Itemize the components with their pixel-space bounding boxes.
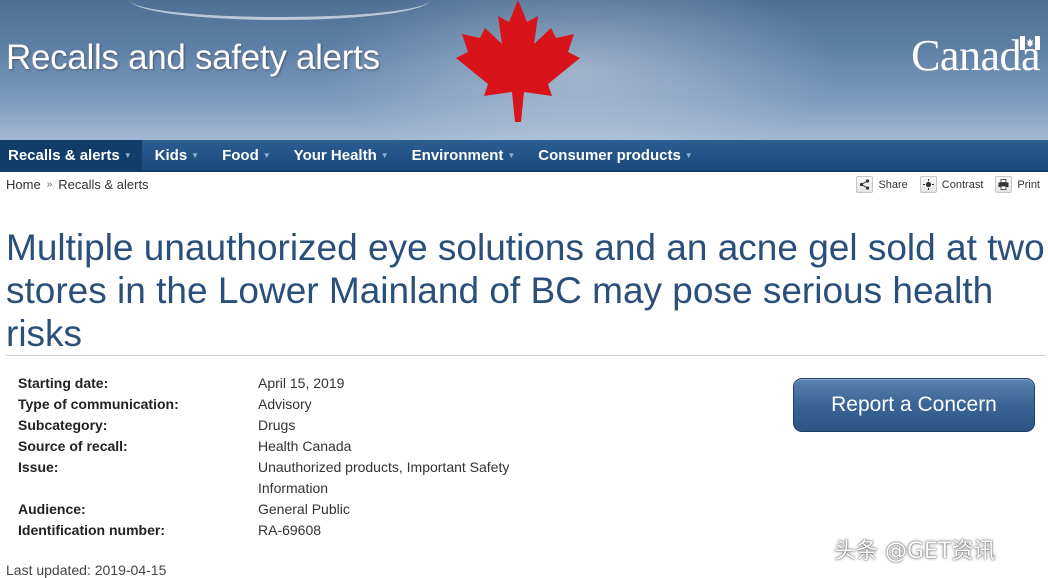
breadcrumb-recalls-link[interactable]: Recalls & alerts — [58, 177, 148, 192]
page-title: Multiple unauthorized eye solutions and … — [6, 227, 1045, 354]
maple-leaf-icon — [456, 0, 580, 122]
report-concern-button[interactable]: Report a Concern — [793, 378, 1035, 432]
detail-value: Unauthorized products, Important Safety … — [258, 459, 510, 496]
share-button[interactable]: Share — [856, 176, 908, 193]
detail-value: Advisory — [258, 396, 312, 412]
flag-icon — [1020, 36, 1040, 50]
detail-value: April 15, 2019 — [258, 375, 345, 391]
detail-value: General Public — [258, 501, 350, 517]
detail-row-starting-date: Starting date: April 15, 2019 — [18, 373, 558, 394]
chevron-down-icon: ▼ — [380, 150, 389, 160]
share-label: Share — [878, 178, 908, 191]
printer-icon — [995, 176, 1013, 193]
chevron-down-icon: ▼ — [684, 150, 693, 160]
nav-item-label: Consumer products — [538, 146, 681, 164]
detail-label: Type of communication: — [18, 396, 179, 412]
detail-value: RA-69608 — [258, 522, 322, 538]
banner-title: Recalls and safety alerts — [6, 38, 380, 77]
nav-item-label: Food — [222, 146, 259, 164]
main-nav: Recalls & alerts ▼ Kids ▼ Food ▼ Your He… — [0, 140, 1048, 172]
chevron-down-icon: ▼ — [507, 150, 516, 160]
detail-row-type-of-communication: Type of communication: Advisory — [18, 394, 558, 415]
detail-row-audience: Audience: General Public — [18, 499, 558, 520]
page-tools: Share Contrast Print — [844, 176, 1040, 193]
detail-label: Identification number: — [18, 522, 165, 538]
detail-row-subcategory: Subcategory: Drugs — [18, 415, 558, 436]
site-banner: Recalls and safety alerts Canada — [0, 0, 1048, 140]
contrast-label: Contrast — [941, 178, 984, 191]
nav-item-label: Recalls & alerts — [8, 146, 120, 164]
nav-item-recalls-alerts[interactable]: Recalls & alerts ▼ — [0, 140, 142, 170]
contrast-icon — [919, 176, 937, 193]
detail-label: Audience: — [18, 501, 86, 517]
chevron-down-icon: ▼ — [191, 150, 200, 160]
last-updated: Last updated: 2019-04-15 — [6, 562, 167, 578]
breadcrumb: Home » Recalls & alerts — [6, 177, 149, 192]
recall-details: Starting date: April 15, 2019 Type of co… — [18, 373, 558, 541]
nav-item-kids[interactable]: Kids ▼ — [142, 140, 209, 170]
chevron-down-icon: ▼ — [262, 150, 271, 160]
chevron-down-icon: ▼ — [123, 150, 132, 160]
breadcrumb-separator-icon: » — [46, 179, 53, 190]
detail-label: Issue: — [18, 459, 59, 475]
nav-item-your-health[interactable]: Your Health ▼ — [281, 140, 399, 170]
detail-label: Subcategory: — [18, 417, 108, 433]
print-button[interactable]: Print — [995, 176, 1040, 193]
detail-value: Health Canada — [258, 438, 352, 454]
nav-item-food[interactable]: Food ▼ — [209, 140, 281, 170]
contrast-button[interactable]: Contrast — [919, 176, 984, 193]
detail-value: Drugs — [258, 417, 296, 433]
nav-item-environment[interactable]: Environment ▼ — [399, 140, 526, 170]
print-label: Print — [1017, 178, 1040, 191]
share-icon — [856, 176, 874, 193]
nav-item-consumer-products[interactable]: Consumer products ▼ — [525, 140, 702, 170]
nav-item-label: Environment — [411, 146, 504, 164]
title-divider — [6, 355, 1046, 356]
nav-item-label: Kids — [154, 146, 188, 164]
watermark: 头条 @GET资讯 — [834, 539, 996, 564]
detail-row-source-of-recall: Source of recall: Health Canada — [18, 436, 558, 457]
detail-label: Source of recall: — [18, 438, 128, 454]
nav-item-label: Your Health — [293, 146, 377, 164]
detail-label: Starting date: — [18, 375, 109, 391]
detail-row-issue: Issue: Unauthorized products, Important … — [18, 457, 558, 499]
detail-row-identification-number: Identification number: RA-69608 — [18, 520, 558, 541]
breadcrumb-home-link[interactable]: Home — [6, 177, 41, 192]
